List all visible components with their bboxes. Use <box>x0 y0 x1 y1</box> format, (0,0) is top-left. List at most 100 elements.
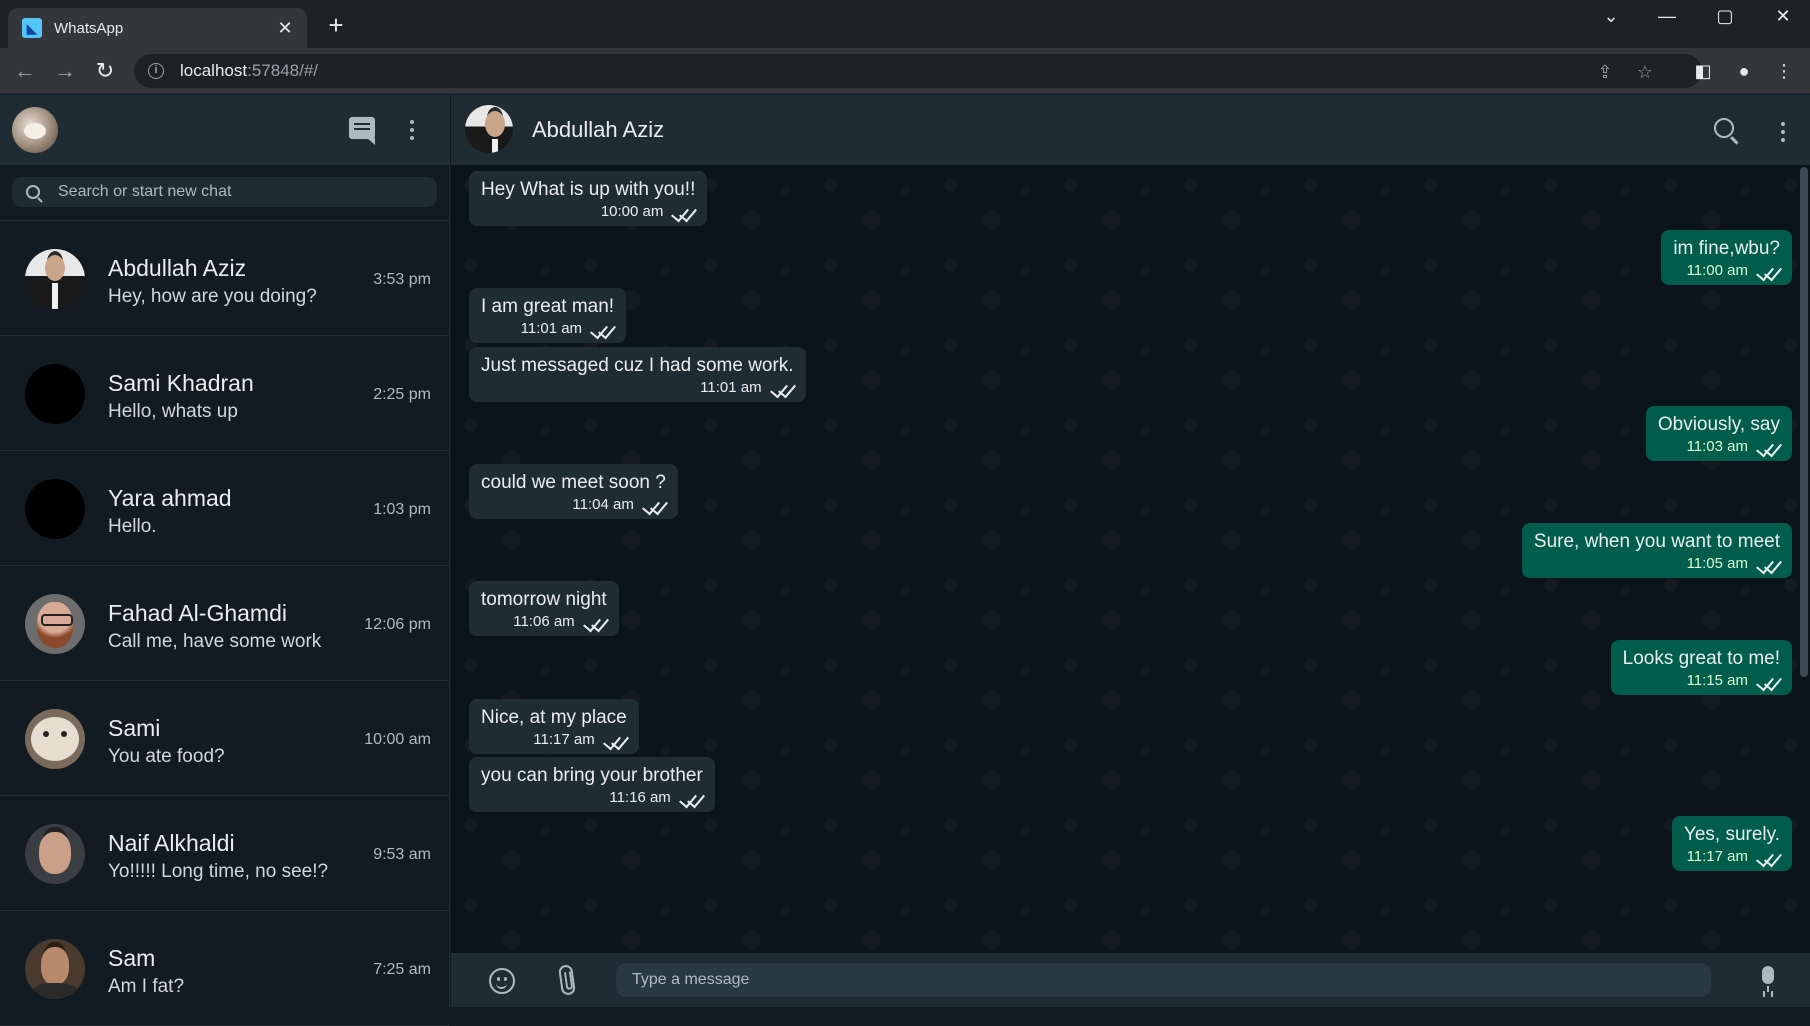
message-time: 11:05 am <box>1686 555 1748 572</box>
message-text: Yes, surely. <box>1683 824 1780 845</box>
message-meta: 10:00 am <box>481 203 695 220</box>
conversation-panel: Abdullah Aziz Hey What is up with you!! … <box>451 95 1810 1007</box>
chat-texts: Fahad Al-Ghamdi Call me, have some work <box>108 600 321 653</box>
message-text: Hey What is up with you!! <box>481 179 696 200</box>
contact-name: Abdullah Aziz <box>532 117 665 142</box>
browser-toolbar: ← → ↻ i localhost:57848/#/ ⇪ ☆ ◧ ● ⋮ <box>0 48 1810 94</box>
double-check-icon <box>588 322 614 336</box>
chat-list: Abdullah Aziz Hey, how are you doing? 3:… <box>0 221 449 1026</box>
message-meta: 11:16 am <box>481 789 703 806</box>
outgoing-message[interactable]: Obviously, say 11:03 am <box>1645 406 1792 461</box>
chat-preview: Am I fat? <box>108 976 185 997</box>
message-time: 11:15 am <box>1686 672 1748 689</box>
new-tab-button[interactable]: + <box>322 12 350 40</box>
profile-icon[interactable]: ● <box>1733 60 1755 82</box>
chat-name: Sam <box>108 945 156 971</box>
message-time: 11:04 am <box>572 496 634 513</box>
incoming-message[interactable]: you can bring your brother 11:16 am <box>469 757 715 812</box>
message-text: I am great man! <box>481 296 615 317</box>
new-chat-icon[interactable] <box>349 117 377 145</box>
browser-menu-icon[interactable]: ⋮ <box>1773 60 1795 82</box>
outgoing-message[interactable]: Looks great to me! 11:15 am <box>1610 640 1792 695</box>
chat-list-item[interactable]: Fahad Al-Ghamdi Call me, have some work … <box>0 566 449 681</box>
chat-time: 7:25 am <box>373 961 431 978</box>
message-meta: 11:17 am <box>481 731 627 748</box>
maximize-button[interactable]: ▢ <box>1702 2 1748 32</box>
message-time: 11:01 am <box>520 320 583 337</box>
message-text: Nice, at my place <box>481 707 627 728</box>
chat-texts: Abdullah Aziz Hey, how are you doing? <box>108 255 317 308</box>
outgoing-message[interactable]: Sure, when you want to meet 11:05 am <box>1521 523 1792 578</box>
avatar <box>25 824 85 884</box>
search-placeholder: Search or start new chat <box>58 183 232 200</box>
conversation-header[interactable]: Abdullah Aziz <box>451 95 1810 165</box>
site-info-icon[interactable]: i <box>148 63 164 79</box>
message-text: Obviously, say <box>1657 414 1780 435</box>
chat-name: Yara ahmad <box>108 485 232 511</box>
reload-icon[interactable]: ↻ <box>90 56 120 86</box>
sidebar-menu-icon[interactable] <box>398 117 426 140</box>
search-input[interactable]: Search or start new chat <box>12 177 437 207</box>
incoming-message[interactable]: tomorrow night 11:06 am <box>469 581 619 636</box>
message-time: 11:17 am <box>1686 848 1748 865</box>
chat-list-item[interactable]: Sam Am I fat? 7:25 am <box>0 911 449 1026</box>
attach-icon[interactable] <box>557 964 577 996</box>
compose-bar <box>451 953 1810 1007</box>
chat-list-item[interactable]: Sami Khadran Hello, whats up 2:25 pm <box>0 336 449 451</box>
chat-texts: Naif Alkhaldi Yo!!!!! Long time, no see!… <box>108 830 328 883</box>
chat-list-item[interactable]: Yara ahmad Hello. 1:03 pm <box>0 451 449 566</box>
avatar <box>25 249 85 309</box>
search-conversation-icon[interactable] <box>1714 118 1734 138</box>
chat-name: Fahad Al-Ghamdi <box>108 600 287 626</box>
mic-icon[interactable] <box>1762 966 1774 992</box>
minimize-button[interactable]: — <box>1644 2 1690 32</box>
emoji-icon[interactable] <box>489 968 515 994</box>
outgoing-message[interactable]: im fine,wbu? 11:00 am <box>1661 230 1792 285</box>
chat-name: Sami <box>108 715 161 741</box>
outgoing-message[interactable]: Yes, surely. 11:17 am <box>1671 816 1792 871</box>
contact-avatar[interactable] <box>465 105 513 153</box>
tab-title: WhatsApp <box>54 19 124 37</box>
double-check-icon <box>1754 674 1780 688</box>
chat-list-item[interactable]: Sami You ate food? 10:00 am <box>0 681 449 796</box>
tab-close-icon[interactable]: ✕ <box>275 18 295 39</box>
double-check-icon <box>601 733 627 747</box>
double-check-icon <box>669 205 695 219</box>
chat-name: Abdullah Aziz <box>108 255 247 281</box>
chat-preview: Hello, whats up <box>108 401 238 422</box>
scrollbar[interactable] <box>1800 167 1808 677</box>
incoming-message[interactable]: could we meet soon ? 11:04 am <box>469 464 678 519</box>
share-icon[interactable]: ⇪ <box>1594 61 1616 83</box>
bookmark-star-icon[interactable]: ☆ <box>1634 61 1656 83</box>
message-time: 11:01 am <box>700 379 762 396</box>
chat-list-item[interactable]: Abdullah Aziz Hey, how are you doing? 3:… <box>0 221 449 336</box>
incoming-message[interactable]: Hey What is up with you!! 10:00 am <box>469 171 708 226</box>
message-text: Sure, when you want to meet <box>1533 531 1780 552</box>
double-check-icon <box>581 615 607 629</box>
side-panel-icon[interactable]: ◧ <box>1692 60 1714 82</box>
address-bar[interactable]: i localhost:57848/#/ ⇪ ☆ <box>134 54 1702 88</box>
sidebar-search: Search or start new chat <box>0 165 449 221</box>
message-meta: 11:15 am <box>1623 672 1780 689</box>
tab-search-icon[interactable]: ⌄ <box>1588 2 1634 32</box>
conversation-menu-icon[interactable] <box>1769 119 1797 142</box>
back-icon[interactable]: ← <box>10 56 40 86</box>
chat-list-item[interactable]: Naif Alkhaldi Yo!!!!! Long time, no see!… <box>0 796 449 911</box>
browser-tab[interactable]: ◣ WhatsApp ✕ <box>8 8 307 48</box>
avatar <box>25 364 85 424</box>
incoming-message[interactable]: Just messaged cuz I had some work. 11:01… <box>469 347 806 402</box>
message-text: tomorrow night <box>481 589 607 610</box>
incoming-message[interactable]: Nice, at my place 11:17 am <box>469 699 639 754</box>
chat-texts: Yara ahmad Hello. <box>108 485 232 538</box>
my-avatar[interactable] <box>12 107 58 153</box>
forward-icon[interactable]: → <box>50 56 80 86</box>
close-window-button[interactable]: ✕ <box>1760 2 1806 32</box>
incoming-message[interactable]: I am great man! 11:01 am <box>469 288 627 343</box>
chat-time: 2:25 pm <box>373 386 431 403</box>
chat-preview: Hello. <box>108 516 157 537</box>
message-input[interactable] <box>616 963 1711 997</box>
message-meta: 11:04 am <box>481 496 666 513</box>
message-meta: 11:01 am <box>481 379 794 396</box>
double-check-icon <box>677 791 703 805</box>
avatar <box>25 479 85 539</box>
